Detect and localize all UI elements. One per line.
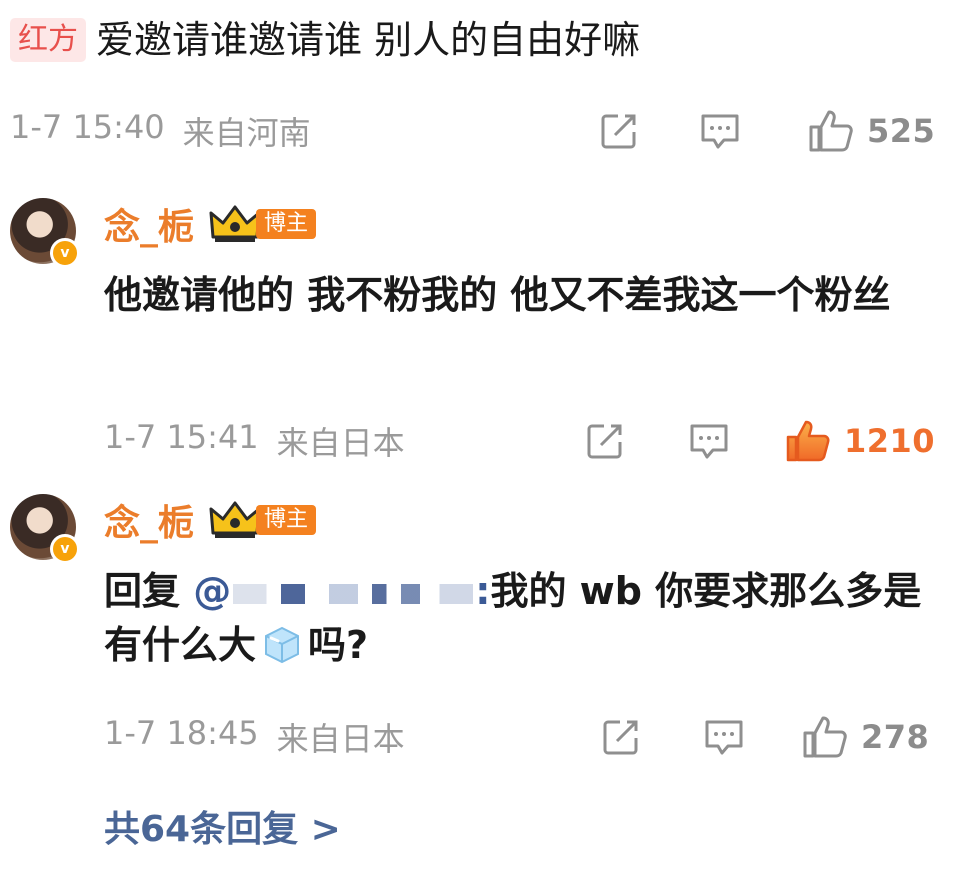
share-button[interactable] (598, 108, 640, 154)
comment-icon (705, 720, 743, 755)
share-button[interactable] (600, 714, 642, 760)
reply-suffix: 吗? (308, 623, 369, 667)
thumbs-up-icon (809, 110, 853, 152)
username[interactable]: 念_栀 (104, 494, 194, 546)
thumbs-up-icon (803, 716, 847, 758)
reply-location: 来自日本 (276, 424, 405, 462)
reply-prefix: 回复 (104, 569, 181, 613)
share-icon (601, 114, 636, 149)
verified-badge-icon: v (50, 238, 80, 268)
mention-at: @ (193, 569, 232, 613)
username[interactable]: 念_栀 (104, 198, 194, 250)
comment-text: 爱邀请谁邀请谁 别人的自由好嘛 (96, 18, 641, 62)
share-icon (587, 424, 622, 459)
reply-meta-row: 1-7 18:45 来自日本 278 (104, 714, 970, 760)
reply-time: 1-7 18:45 (104, 714, 259, 752)
comment-button[interactable] (687, 418, 731, 464)
verified-badge-icon: v (50, 534, 80, 564)
like-button[interactable]: 525 (807, 108, 935, 154)
thumbs-up-icon (786, 420, 830, 462)
blogger-tag: 博主 (256, 209, 317, 239)
like-count: 525 (867, 112, 936, 150)
like-count: 1210 (844, 422, 936, 460)
comment-icon (690, 424, 728, 459)
reply-time: 1-7 15:41 (104, 418, 259, 456)
reply-meta: 1-7 18:45 来自日本 (104, 714, 405, 760)
mention-link[interactable]: @: (193, 569, 490, 613)
user-line: 念_栀 博主 (104, 494, 317, 546)
more-replies-link[interactable]: 共64条回复 > (104, 800, 341, 852)
side-tag: 红方 (10, 18, 86, 62)
share-icon (603, 720, 638, 755)
avatar[interactable]: v (10, 494, 80, 564)
like-button[interactable]: 278 (801, 714, 929, 760)
ice-emoji-icon (265, 626, 300, 664)
like-button[interactable]: 1210 (784, 418, 935, 464)
crown-badge-icon (209, 501, 261, 538)
comment-icon (701, 114, 739, 149)
reply-location: 来自日本 (276, 720, 405, 758)
avatar[interactable]: v (10, 198, 80, 268)
user-line: 念_栀 博主 (104, 198, 317, 250)
top-comment-line: 红方 爱邀请谁邀请谁 别人的自由好嘛 (10, 18, 640, 62)
comment-meta: 1-7 15:40 来自河南 (10, 108, 311, 154)
comment-button[interactable] (702, 714, 746, 760)
comment-location: 来自河南 (182, 114, 311, 152)
reply-meta-row: 1-7 15:41 来自日本 1210 (104, 418, 970, 464)
blurred-username (233, 583, 474, 604)
crown-badge-icon (209, 205, 261, 242)
reply-meta: 1-7 15:41 来自日本 (104, 418, 405, 464)
reply-text: 他邀请他的 我不粉我的 他又不差我这一个粉丝 (104, 273, 891, 317)
like-count: 278 (861, 718, 930, 756)
blogger-tag: 博主 (256, 505, 317, 535)
share-button[interactable] (584, 418, 626, 464)
comment-meta-row: 1-7 15:40 来自河南 525 (10, 108, 970, 154)
reply-text: 回复 @:我的 wb 你要求那么多是有什么大 吗? (104, 564, 934, 672)
comment-button[interactable] (698, 108, 742, 154)
comment-time: 1-7 15:40 (10, 108, 165, 146)
mention-colon: : (475, 569, 491, 613)
